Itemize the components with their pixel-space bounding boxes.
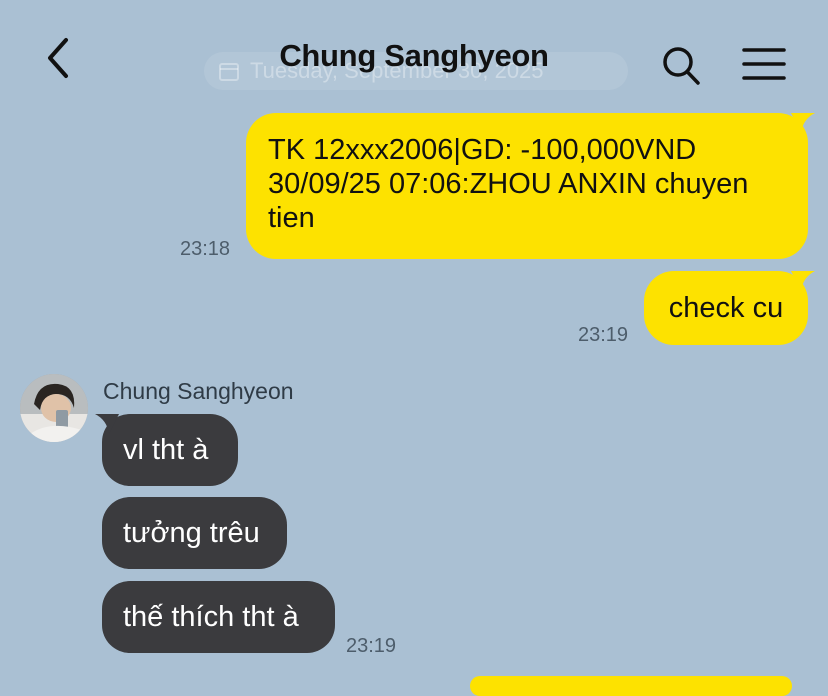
message-text: TK 12xxx2006|GD: -100,000VND 30/09/25 07… [268, 134, 749, 234]
avatar[interactable] [20, 374, 88, 442]
message-time: 23:19 [578, 324, 629, 346]
hamburger-menu-icon [742, 48, 786, 80]
bubble-tail [791, 113, 815, 133]
chat-title: Chung Sanghyeon [279, 38, 549, 73]
search-button[interactable] [660, 44, 702, 88]
avatar-photo [20, 374, 88, 442]
next-outgoing-bubble-partial[interactable] [470, 676, 792, 696]
incoming-message-bubble[interactable]: thế thích tht à [102, 581, 335, 653]
message-time: 23:18 [180, 238, 231, 260]
sender-name: Chung Sanghyeon [103, 378, 294, 404]
bubble-tail [95, 414, 119, 434]
outgoing-message-bubble[interactable]: TK 12xxx2006|GD: -100,000VND 30/09/25 07… [246, 113, 815, 259]
chat-header: Tuesday, September 30, 2025 Chung Sanghy… [0, 0, 828, 108]
message-time: 23:19 [346, 635, 397, 657]
outgoing-message-bubble[interactable]: check cu [644, 271, 815, 345]
incoming-message-bubble[interactable]: tưởng trêu [102, 497, 287, 569]
message-text: check cu [668, 292, 784, 324]
message-text: vl tht à [123, 434, 209, 466]
message-text: thế thích tht à [123, 601, 299, 633]
menu-button[interactable] [742, 46, 786, 82]
bubble-tail [791, 271, 815, 291]
incoming-message-bubble[interactable]: vl tht à [95, 414, 238, 486]
search-icon [663, 47, 700, 85]
message-text: tưởng trêu [123, 517, 260, 549]
